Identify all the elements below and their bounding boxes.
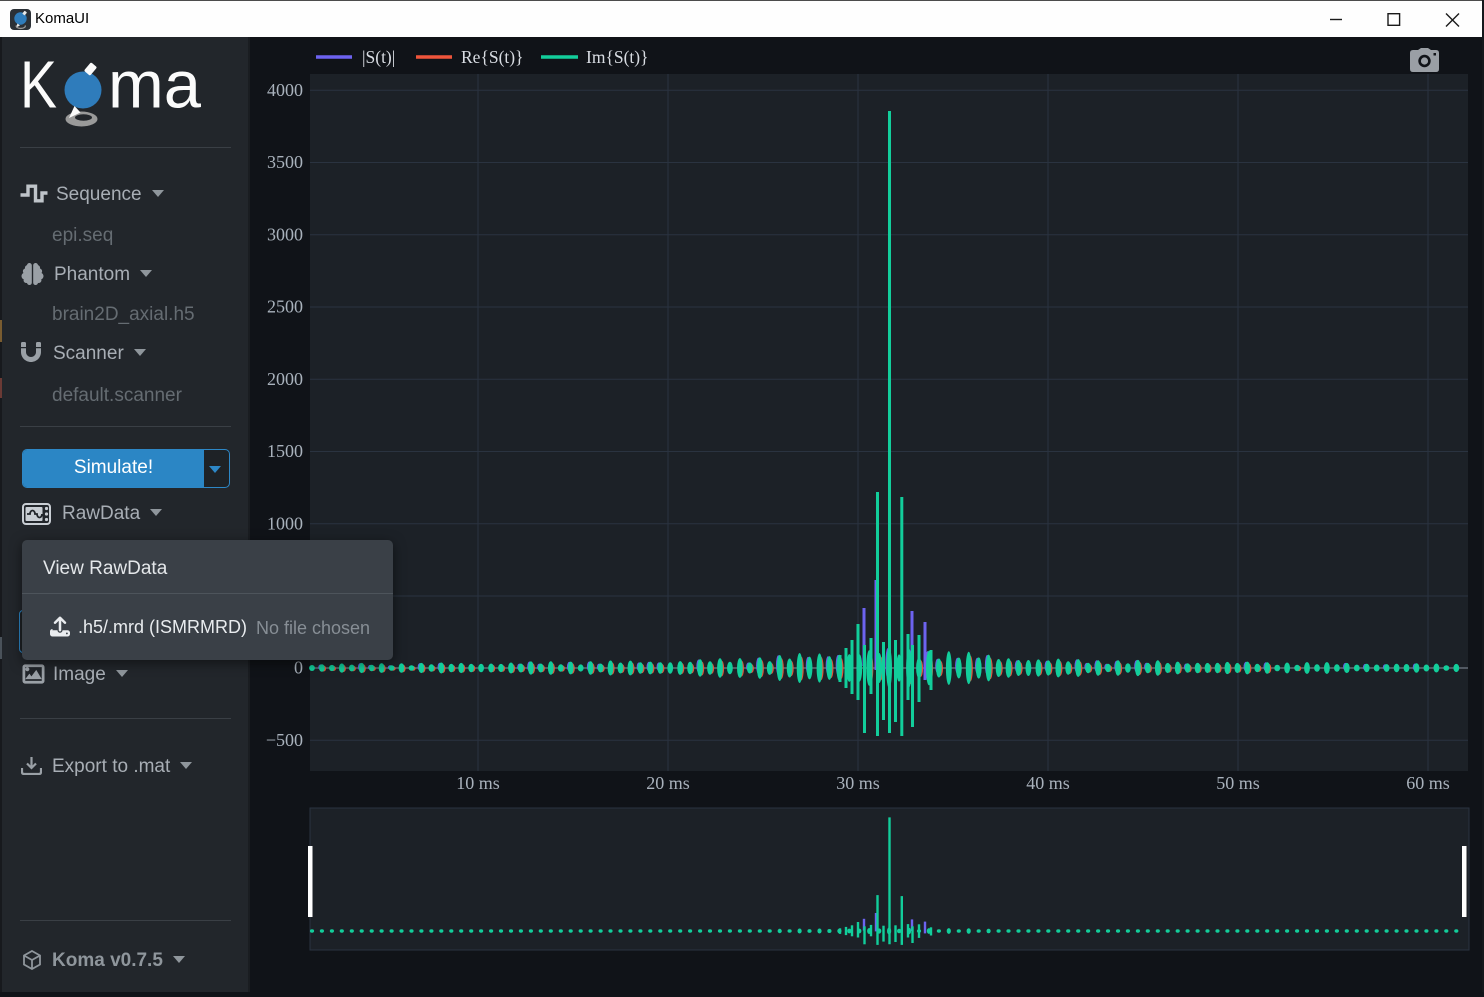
svg-text:Im{S(t)}: Im{S(t)} xyxy=(586,47,649,67)
svg-text:1500: 1500 xyxy=(267,441,303,461)
svg-text:2500: 2500 xyxy=(267,297,303,317)
svg-text:K: K xyxy=(20,50,57,123)
svg-text:30 ms: 30 ms xyxy=(836,773,880,793)
svg-text:Re{S(t)}: Re{S(t)} xyxy=(461,47,524,67)
svg-text:ma: ma xyxy=(108,50,202,123)
svg-text:40 ms: 40 ms xyxy=(1026,773,1070,793)
svg-text:4000: 4000 xyxy=(267,80,303,100)
svg-text:60 ms: 60 ms xyxy=(1406,773,1450,793)
svg-text:20 ms: 20 ms xyxy=(646,773,690,793)
svg-text:50 ms: 50 ms xyxy=(1216,773,1260,793)
svg-text:1000: 1000 xyxy=(267,513,303,533)
svg-text:3500: 3500 xyxy=(267,152,303,172)
svg-text:|S(t)|: |S(t)| xyxy=(362,47,395,67)
svg-text:2000: 2000 xyxy=(267,369,303,389)
svg-text:10 ms: 10 ms xyxy=(456,773,500,793)
svg-text:0: 0 xyxy=(294,658,303,678)
svg-text:−500: −500 xyxy=(266,730,303,750)
svg-text:3000: 3000 xyxy=(267,224,303,244)
